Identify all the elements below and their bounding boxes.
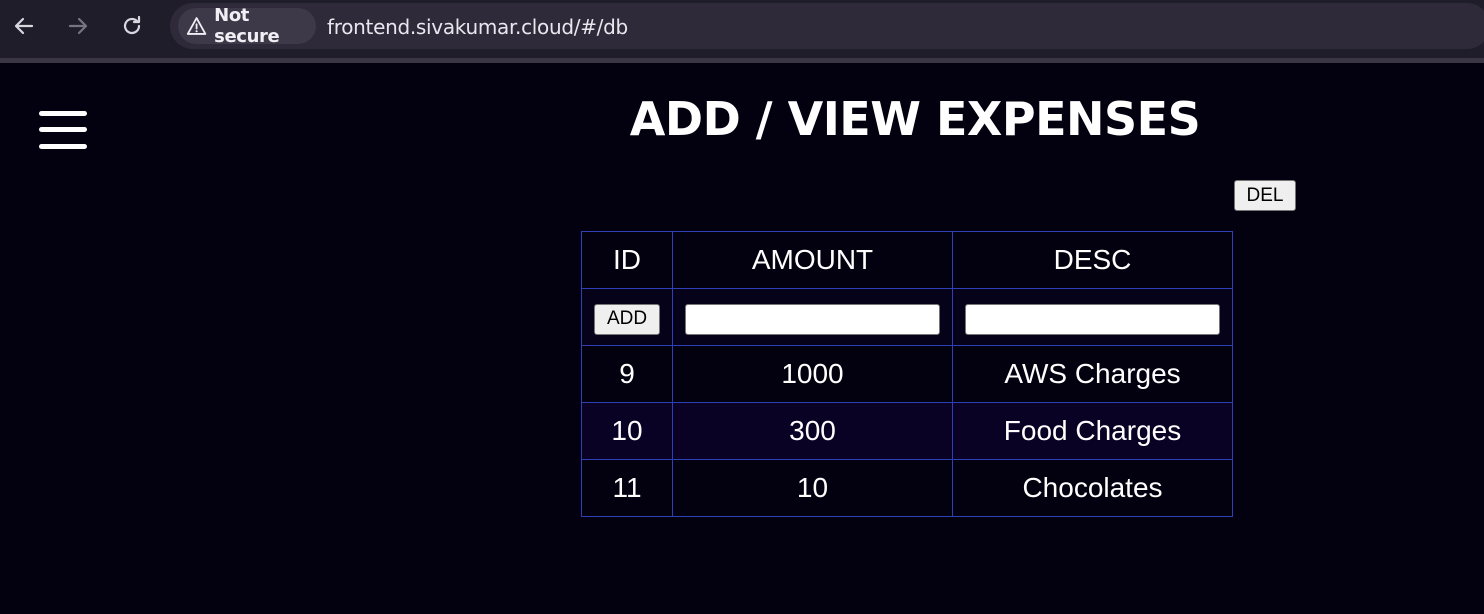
- add-cell: ADD: [581, 288, 673, 346]
- row-desc: Food Charges: [952, 402, 1233, 460]
- row-desc: Chocolates: [952, 459, 1233, 517]
- header-amount: AMOUNT: [672, 231, 953, 289]
- table-row[interactable]: 10 300 Food Charges: [581, 402, 1233, 460]
- row-amount: 300: [672, 402, 953, 460]
- security-indicator[interactable]: Not secure: [178, 5, 316, 47]
- desc-input-cell: [952, 288, 1233, 346]
- address-bar[interactable]: Not secure frontend.sivakumar.cloud/#/db: [170, 3, 1484, 49]
- row-amount: 1000: [672, 345, 953, 403]
- security-label: Not secure: [214, 5, 280, 47]
- back-arrow-icon[interactable]: [10, 12, 38, 40]
- warning-triangle-icon: [186, 17, 207, 35]
- row-id: 10: [581, 402, 673, 460]
- url-text[interactable]: frontend.sivakumar.cloud/#/db: [327, 15, 628, 39]
- header-id: ID: [581, 231, 673, 289]
- page-title: ADD / VIEW EXPENSES: [629, 92, 1201, 146]
- desc-input[interactable]: [965, 303, 1220, 335]
- table-header-row: ID AMOUNT DESC: [581, 231, 1233, 289]
- reload-icon[interactable]: [118, 12, 146, 40]
- browser-toolbar: Not secure frontend.sivakumar.cloud/#/db: [0, 0, 1484, 63]
- del-button[interactable]: DEL: [1234, 180, 1296, 211]
- table-row[interactable]: 11 10 Chocolates: [581, 459, 1233, 517]
- forward-arrow-icon[interactable]: [64, 12, 92, 40]
- hamburger-menu-icon[interactable]: [39, 111, 87, 153]
- amount-input[interactable]: [685, 303, 940, 335]
- add-button[interactable]: ADD: [594, 303, 660, 335]
- row-id: 9: [581, 345, 673, 403]
- row-desc: AWS Charges: [952, 345, 1233, 403]
- add-expense-row: ADD: [581, 288, 1233, 346]
- header-desc: DESC: [952, 231, 1233, 289]
- expenses-table: ID AMOUNT DESC ADD 9 1000 AWS Charges 10…: [581, 231, 1233, 517]
- row-id: 11: [581, 459, 673, 517]
- row-amount: 10: [672, 459, 953, 517]
- table-row[interactable]: 9 1000 AWS Charges: [581, 345, 1233, 403]
- amount-input-cell: [672, 288, 953, 346]
